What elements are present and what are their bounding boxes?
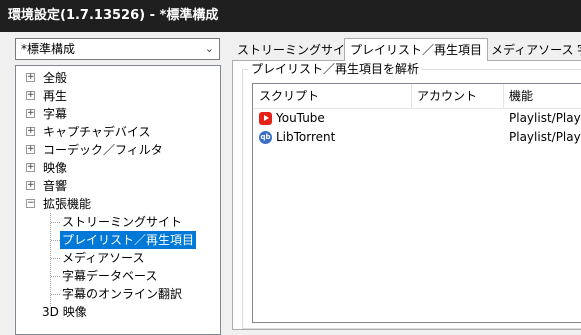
tree-item-label: 音響 xyxy=(43,179,68,193)
script-feature: Playlist/Playitem xyxy=(509,130,581,144)
tree-item-label: キャプチャデバイス xyxy=(43,125,151,139)
expand-icon[interactable]: + xyxy=(26,127,35,136)
collapse-icon[interactable]: − xyxy=(26,199,35,208)
tree-item-label: 再生 xyxy=(43,89,68,103)
tree-item-label: プレイリスト／再生項目 xyxy=(60,231,197,249)
script-name: LibTorrent xyxy=(276,130,336,144)
expand-icon[interactable]: + xyxy=(26,181,35,190)
list-item-youtube[interactable]: YouTube Playlist/Playitem xyxy=(253,109,581,128)
column-header-account[interactable]: アカウント xyxy=(411,84,503,108)
libtorrent-icon: qb xyxy=(259,131,272,144)
column-header-feature[interactable]: 機能 xyxy=(503,84,581,108)
script-list[interactable]: スクリプト アカウント 機能 YouTube Playlist/Playitem… xyxy=(252,83,581,323)
tree-item-label: 字幕データベース xyxy=(62,269,158,283)
profile-select[interactable]: *標準構成 ⌄ xyxy=(15,38,220,60)
tree-item-label: 映像 xyxy=(43,161,68,175)
expand-icon[interactable]: + xyxy=(26,109,35,118)
tree-connector xyxy=(51,258,60,259)
list-item-libtorrent[interactable]: qb LibTorrent Playlist/Playitem xyxy=(253,128,581,147)
tab-subtitles[interactable]: 字 xyxy=(572,40,581,60)
chevron-down-icon[interactable]: ⌄ xyxy=(205,39,214,59)
tab-streaming-sites[interactable]: ストリーミングサイト xyxy=(232,40,362,60)
settings-tree[interactable]: + 全般 + 再生 + 字幕 + キャプチャデバイス + コーデック／フィルタ … xyxy=(15,65,221,335)
tree-connector xyxy=(51,222,60,223)
tree-item-label: メディアソース xyxy=(62,251,145,265)
expand-icon[interactable]: + xyxy=(26,73,35,82)
tree-item-label: コーデック／フィルタ xyxy=(43,143,163,157)
profile-select-value: *標準構成 xyxy=(21,42,76,56)
tree-item-label: 字幕 xyxy=(43,107,68,121)
tree-item-label: 3D 映像 xyxy=(42,305,87,319)
expand-icon[interactable]: + xyxy=(26,163,35,172)
expand-icon[interactable]: + xyxy=(26,145,35,154)
tree-item-label: 全般 xyxy=(43,71,68,85)
youtube-icon xyxy=(259,112,272,125)
list-header: スクリプト アカウント 機能 xyxy=(253,84,581,109)
tree-connector xyxy=(51,276,60,277)
tree-item-label: 拡張機能 xyxy=(43,197,92,211)
expand-icon[interactable]: + xyxy=(26,91,35,100)
script-name: YouTube xyxy=(276,111,325,125)
tab-media-sources[interactable]: メディアソース xyxy=(486,40,579,60)
window-title: 環境設定(1.7.13526) - *標準構成 xyxy=(0,0,581,32)
script-feature: Playlist/Playitem xyxy=(509,111,581,125)
column-header-script[interactable]: スクリプト xyxy=(253,84,411,108)
tree-connector xyxy=(50,213,51,306)
tree-item-label: 字幕のオンライン翻訳 xyxy=(62,287,183,301)
tab-playlist[interactable]: プレイリスト／再生項目 xyxy=(344,38,489,61)
groupbox-title: プレイリスト／再生項目を解析 xyxy=(248,61,423,77)
tree-connector xyxy=(51,240,60,241)
tree-connector xyxy=(51,294,60,295)
tree-item-label: ストリーミングサイト xyxy=(62,215,183,229)
